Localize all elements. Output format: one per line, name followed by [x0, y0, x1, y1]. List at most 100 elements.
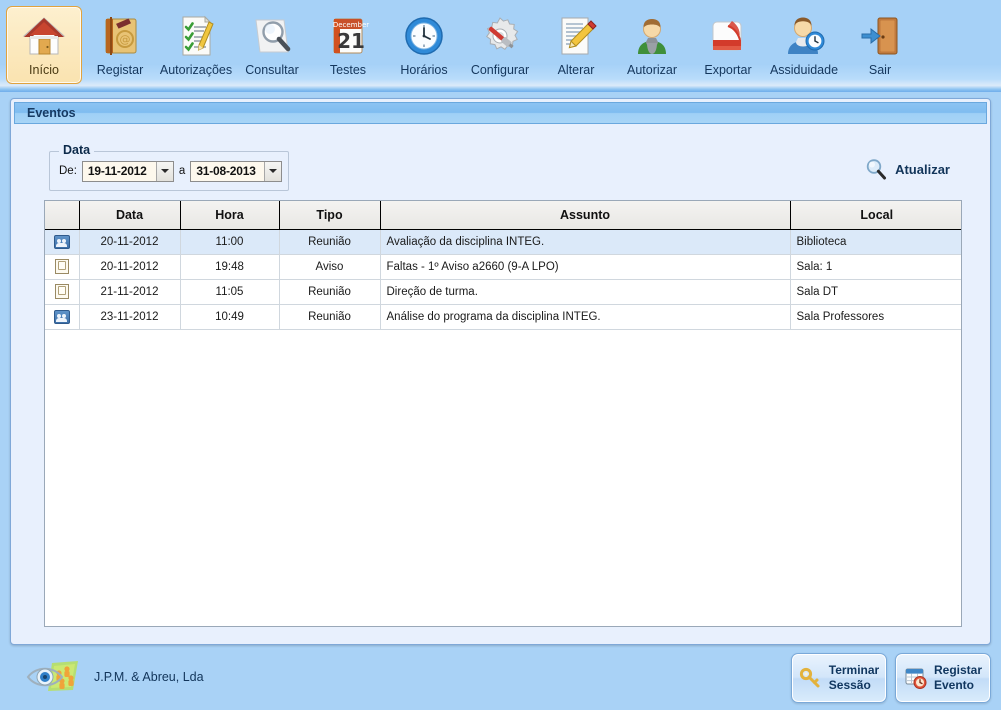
toolbar-item-autorizacoes[interactable]: Autorizações — [158, 6, 234, 84]
company-logo-icon — [26, 660, 84, 694]
cell-tipo: Reunião — [279, 229, 381, 255]
date-to-input[interactable]: 31-08-2013 — [190, 160, 283, 182]
date-between-label: a — [178, 165, 186, 177]
svg-text:@: @ — [120, 33, 131, 46]
panel-title-bar: Eventos — [14, 102, 987, 124]
svg-text:December: December — [333, 21, 369, 29]
cell-assunto: Análise do programa da disciplina INTEG. — [380, 304, 791, 330]
toolbar-item-label: Assiduidade — [769, 63, 839, 77]
person-clock-icon — [780, 12, 828, 60]
cell-assunto: Direção de turma. — [380, 279, 791, 305]
brand: J.P.M. & Abreu, Lda — [26, 660, 204, 694]
cell-data: 23-11-2012 — [79, 304, 181, 330]
row-type-icon — [45, 304, 80, 330]
toolbar-item-consultar[interactable]: Consultar — [234, 6, 310, 84]
eventos-table[interactable]: Data Hora Tipo Assunto Local 20-11-2012 … — [44, 200, 962, 627]
date-filter-legend: Data — [59, 143, 95, 157]
toolbar-item-testes[interactable]: December 21 Testes — [310, 6, 386, 84]
toolbar-item-label: Configurar — [470, 63, 530, 77]
house-icon — [20, 12, 68, 60]
meeting-icon — [53, 234, 70, 249]
table-row[interactable]: 20-11-2012 11:00 Reunião Avaliação da di… — [45, 229, 961, 255]
cell-assunto: Avaliação da disciplina INTEG. — [380, 229, 791, 255]
cell-hora: 11:00 — [180, 229, 280, 255]
calendar-clock-icon — [904, 666, 928, 690]
row-type-icon — [45, 254, 80, 280]
toolbar-item-label: Início — [29, 63, 59, 77]
table-row[interactable]: 21-11-2012 11:05 Reunião Direção de turm… — [45, 279, 961, 305]
toolbar-item-assiduidade[interactable]: Assiduidade — [766, 6, 842, 84]
cell-data: 21-11-2012 — [79, 279, 181, 305]
table-row[interactable]: 20-11-2012 19:48 Aviso Faltas - 1º Aviso… — [45, 254, 961, 280]
exit-door-icon — [856, 12, 904, 60]
checklist-icon — [172, 12, 220, 60]
magnifier-icon — [248, 12, 296, 60]
date-filter-group: Data De: 19-11-2012 a 31-08-2013 — [49, 143, 289, 191]
table-header-tipo[interactable]: Tipo — [279, 201, 381, 230]
toolbar-item-label: Registar — [96, 63, 144, 77]
cell-hora: 11:05 — [180, 279, 280, 305]
table-row[interactable]: 23-11-2012 10:49 Reunião Análise do prog… — [45, 304, 961, 330]
pdf-export-icon — [704, 12, 752, 60]
row-type-icon — [45, 279, 80, 305]
toolbar-item-label: Autorizações — [159, 63, 233, 77]
table-header-hora[interactable]: Hora — [180, 201, 280, 230]
toolbar-item-label: Autorizar — [626, 63, 678, 77]
cell-local: Sala DT — [790, 279, 961, 305]
meeting-icon — [53, 309, 70, 324]
toolbar-item-label: Testes — [329, 63, 367, 77]
page-title: Eventos — [27, 106, 76, 120]
toolbar-item-label: Consultar — [245, 63, 299, 77]
registar-evento-button[interactable]: Registar Evento — [895, 653, 991, 703]
cell-data: 20-11-2012 — [79, 229, 181, 255]
main-toolbar: Início @ Registar Autorizações Consultar… — [0, 0, 1001, 92]
toolbar-item-configurar[interactable]: Configurar — [462, 6, 538, 84]
registar-evento-label: Registar Evento — [933, 663, 983, 692]
address-book-icon: @ — [96, 12, 144, 60]
table-header-icon[interactable] — [45, 201, 80, 230]
toolbar-item-sair[interactable]: Sair — [842, 6, 918, 84]
key-icon — [799, 666, 823, 690]
table-header-assunto[interactable]: Assunto — [380, 201, 791, 230]
cell-local: Biblioteca — [790, 229, 961, 255]
cell-assunto: Faltas - 1º Aviso a2660 (9-A LPO) — [380, 254, 791, 280]
terminar-sessao-label: Terminar Sessão — [828, 663, 880, 692]
toolbar-item-alterar[interactable]: Alterar — [538, 6, 614, 84]
cell-hora: 10:49 — [180, 304, 280, 330]
atualizar-button[interactable]: Atualizar — [864, 157, 950, 181]
document-pencil-icon — [552, 12, 600, 60]
svg-text:21: 21 — [337, 29, 365, 53]
toolbar-item-horarios[interactable]: Horários — [386, 6, 462, 84]
cell-data: 20-11-2012 — [79, 254, 181, 280]
toolbar-item-registar[interactable]: @ Registar — [82, 6, 158, 84]
table-header-row: Data Hora Tipo Assunto Local — [45, 201, 961, 230]
brand-label: J.P.M. & Abreu, Lda — [94, 670, 204, 684]
table-header-data[interactable]: Data — [79, 201, 181, 230]
chevron-down-icon[interactable] — [264, 161, 282, 181]
date-from-label: De: — [59, 165, 77, 177]
cell-tipo: Reunião — [279, 304, 381, 330]
toolbar-item-inicio[interactable]: Início — [6, 6, 82, 84]
date-to-value: 31-08-2013 — [196, 164, 256, 178]
toolbar-item-label: Alterar — [557, 63, 595, 77]
eventos-panel: Eventos Data De: 19-11-2012 a 31-08-2013 — [10, 98, 991, 645]
atualizar-label: Atualizar — [895, 161, 950, 177]
terminar-sessao-button[interactable]: Terminar Sessão — [791, 653, 887, 703]
cell-hora: 19:48 — [180, 254, 280, 280]
person-green-icon — [628, 12, 676, 60]
calendar-icon: December 21 — [324, 12, 372, 60]
table-header-local[interactable]: Local — [790, 201, 961, 230]
cell-tipo: Reunião — [279, 279, 381, 305]
toolbar-item-autorizar[interactable]: Autorizar — [614, 6, 690, 84]
toolbar-item-exportar[interactable]: Exportar — [690, 6, 766, 84]
note-icon — [54, 259, 69, 274]
toolbar-item-label: Horários — [400, 63, 448, 77]
gear-tool-icon — [476, 12, 524, 60]
footer-actions: Terminar Sessão Registar Evento — [791, 653, 991, 703]
footer-bar: J.P.M. & Abreu, Lda Terminar Sessão Regi… — [0, 648, 1001, 710]
date-from-input[interactable]: 19-11-2012 — [81, 160, 174, 182]
toolbar-item-label: Exportar — [704, 63, 752, 77]
toolbar-item-label: Sair — [868, 63, 892, 77]
cell-local: Sala: 1 — [790, 254, 961, 280]
chevron-down-icon[interactable] — [155, 161, 173, 181]
